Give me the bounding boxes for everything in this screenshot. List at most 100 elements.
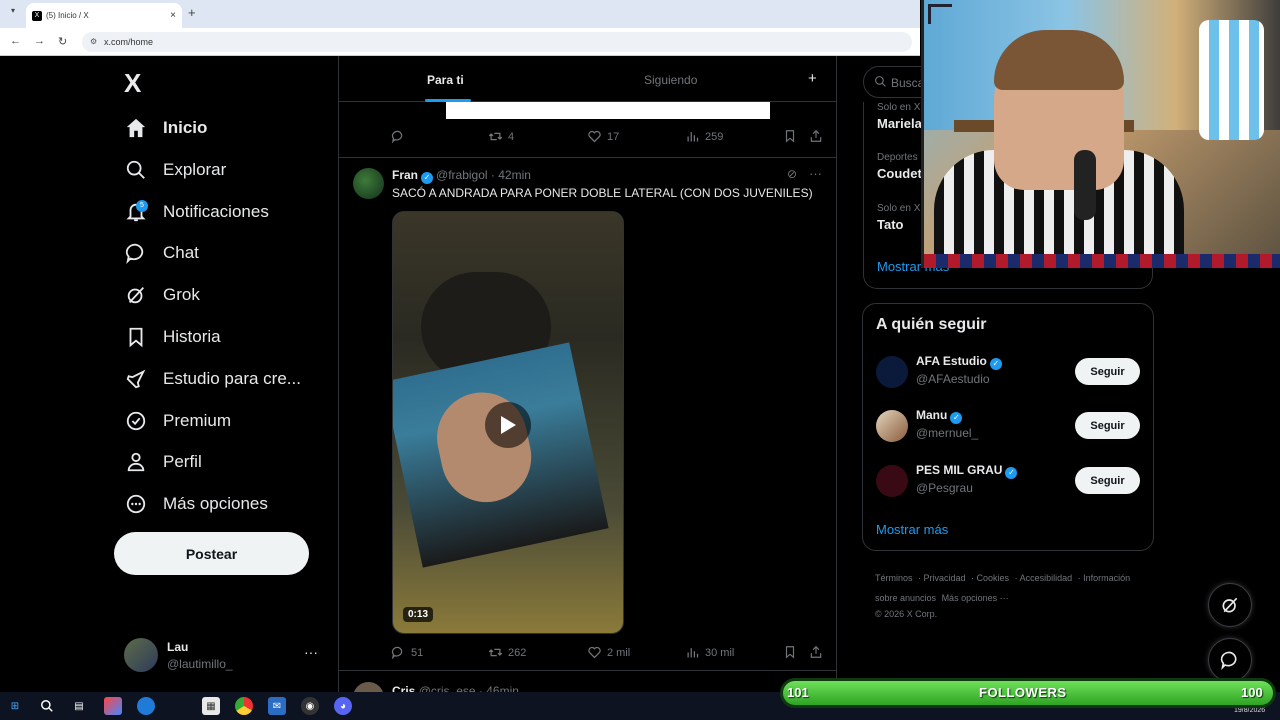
tweet-time[interactable]: 42min bbox=[498, 168, 531, 182]
new-tab-button[interactable]: + bbox=[188, 5, 196, 20]
grok-fab-button[interactable] bbox=[1208, 583, 1252, 627]
trend-title: Coudet bbox=[877, 166, 922, 181]
footer-link-terminos[interactable]: Términos bbox=[875, 573, 913, 583]
share-icon bbox=[810, 129, 822, 142]
reload-icon[interactable]: ↻ bbox=[58, 35, 67, 48]
trend-item[interactable]: Solo en X Mariela bbox=[877, 102, 922, 131]
avatar bbox=[876, 410, 908, 442]
chrome-icon[interactable] bbox=[235, 697, 253, 715]
tab-title: (5) Inicio / X bbox=[46, 11, 89, 20]
search-icon bbox=[124, 158, 148, 182]
trend-item[interactable]: Deportes Coudet bbox=[877, 152, 922, 181]
follow-button[interactable]: Seguir bbox=[1075, 358, 1140, 385]
follow-suggestion[interactable]: PES MIL GRAU ✓ @Pesgrau Seguir bbox=[876, 463, 1141, 501]
nav-item-explorar[interactable]: Explorar bbox=[124, 154, 226, 186]
task-view-icon[interactable]: ▤ bbox=[70, 697, 88, 715]
discord-icon[interactable]: ◕ bbox=[334, 697, 352, 715]
follow-show-more-link[interactable]: Mostrar más bbox=[876, 522, 948, 537]
previous-tweet-media[interactable] bbox=[446, 102, 770, 119]
more-icon[interactable]: ··· bbox=[304, 644, 318, 660]
tab-search-icon[interactable]: ▾ bbox=[6, 6, 20, 20]
nav-item-mas-opciones[interactable]: Más opciones bbox=[124, 488, 268, 520]
retweet-button[interactable]: 4 bbox=[488, 129, 514, 144]
more-icon[interactable]: ··· bbox=[809, 166, 822, 181]
follow-suggestion[interactable]: AFA Estudio ✓ @AFAestudio Seguir bbox=[876, 354, 1141, 392]
edge-icon[interactable] bbox=[137, 697, 155, 715]
nav-item-perfil[interactable]: Perfil bbox=[124, 446, 202, 478]
trend-title: Tato bbox=[877, 217, 904, 232]
tab-close-icon[interactable]: × bbox=[170, 10, 176, 21]
site-info-icon[interactable]: ⚙ bbox=[90, 37, 97, 46]
forward-icon[interactable]: → bbox=[34, 35, 45, 47]
chat-icon bbox=[1220, 651, 1237, 670]
follow-button[interactable]: Seguir bbox=[1075, 412, 1140, 439]
taskbar-search-icon[interactable] bbox=[38, 697, 56, 715]
nav-item-inicio[interactable]: Inicio bbox=[124, 112, 207, 144]
who-to-follow-panel: A quién seguir AFA Estudio ✓ @AFAestudio … bbox=[862, 303, 1154, 551]
store-icon[interactable]: ▦ bbox=[202, 697, 220, 715]
nav-item-notificaciones[interactable]: 5 Notificaciones bbox=[124, 196, 269, 228]
tab-para-ti[interactable]: Para ti bbox=[427, 73, 464, 87]
like-button[interactable]: 17 bbox=[587, 129, 619, 144]
divider bbox=[339, 670, 836, 671]
retweet-button[interactable]: 262 bbox=[488, 645, 526, 660]
mail-icon[interactable]: ✉ bbox=[268, 697, 286, 715]
nav-item-premium[interactable]: Premium bbox=[124, 405, 231, 437]
reply-button[interactable] bbox=[391, 129, 411, 144]
trend-title: Mariela bbox=[877, 116, 922, 131]
dot-separator: · bbox=[487, 168, 499, 182]
bookmark-button[interactable] bbox=[783, 129, 802, 143]
nav-item-chat[interactable]: Chat bbox=[124, 237, 199, 269]
url-field[interactable]: ⚙ x.com/home bbox=[82, 32, 912, 52]
share-button[interactable] bbox=[809, 129, 828, 143]
trend-item[interactable]: Solo en X Tato bbox=[877, 203, 920, 232]
footer-link-privacidad[interactable]: Privacidad bbox=[924, 573, 966, 583]
copilot-icon[interactable] bbox=[104, 697, 122, 715]
nav-item-historia[interactable]: Historia bbox=[124, 321, 221, 353]
nav-label: Chat bbox=[163, 243, 199, 262]
grok-icon[interactable]: ⊘ bbox=[787, 167, 797, 181]
trend-context: Solo en X bbox=[877, 203, 921, 214]
bookmark-icon bbox=[124, 325, 148, 349]
footer-link-accesibilidad[interactable]: Accesibilidad bbox=[1020, 573, 1073, 583]
views-button[interactable]: 30 mil bbox=[685, 645, 734, 660]
add-tab-icon[interactable]: + bbox=[808, 70, 817, 87]
windows-start-icon[interactable]: ⊞ bbox=[6, 697, 24, 715]
nav-label: Más opciones bbox=[163, 494, 268, 513]
follow-suggestion[interactable]: Manu ✓ @mernuel_ Seguir bbox=[876, 408, 1141, 446]
x-logo[interactable]: X bbox=[124, 68, 141, 99]
post-button[interactable]: Postear bbox=[114, 532, 309, 575]
share-button[interactable] bbox=[809, 645, 828, 659]
retweet-icon bbox=[488, 132, 503, 141]
back-icon[interactable]: ← bbox=[10, 35, 21, 47]
retweet-count: 4 bbox=[508, 130, 515, 143]
footer-link-cookies[interactable]: Cookies bbox=[977, 573, 1010, 583]
tweet-time[interactable]: 46min bbox=[486, 684, 519, 692]
chat-fab-button[interactable] bbox=[1208, 638, 1252, 682]
follow-button[interactable]: Seguir bbox=[1075, 467, 1140, 494]
tweet-avatar[interactable] bbox=[353, 168, 384, 199]
reply-button[interactable]: 51 bbox=[391, 645, 423, 660]
nav-item-grok[interactable]: Grok bbox=[124, 279, 200, 311]
browser-tab[interactable]: X (5) Inicio / X × bbox=[26, 3, 182, 28]
tweet-avatar[interactable] bbox=[353, 682, 384, 692]
nav-item-estudio[interactable]: Estudio para cre... bbox=[124, 363, 301, 395]
tweet-handle[interactable]: @cris_ese bbox=[419, 684, 476, 692]
like-button[interactable]: 2 mil bbox=[587, 645, 630, 660]
views-button[interactable]: 259 bbox=[685, 129, 723, 144]
tweet-author-name[interactable]: Cris bbox=[392, 684, 415, 692]
heart-icon bbox=[588, 130, 601, 143]
tweet-video[interactable]: 0:13 bbox=[392, 211, 624, 634]
like-count: 2 mil bbox=[607, 646, 631, 659]
avatar bbox=[876, 465, 908, 497]
suggestion-handle: @Pesgrau bbox=[916, 481, 973, 495]
tweet-handle[interactable]: @frabigol bbox=[436, 168, 488, 182]
tab-siguiendo[interactable]: Siguiendo bbox=[644, 73, 697, 87]
bookmark-button[interactable] bbox=[783, 645, 802, 659]
footer-link-mas-opciones[interactable]: Más opciones ··· bbox=[942, 593, 1009, 603]
next-tweet-header: Cris @cris_ese · 46min bbox=[392, 684, 519, 692]
obs-icon[interactable]: ◉ bbox=[301, 697, 319, 715]
account-switcher[interactable]: Lau @lautimillo_ ··· bbox=[124, 638, 324, 674]
tweet-author-name[interactable]: Fran bbox=[392, 168, 418, 182]
play-icon[interactable] bbox=[485, 402, 531, 448]
